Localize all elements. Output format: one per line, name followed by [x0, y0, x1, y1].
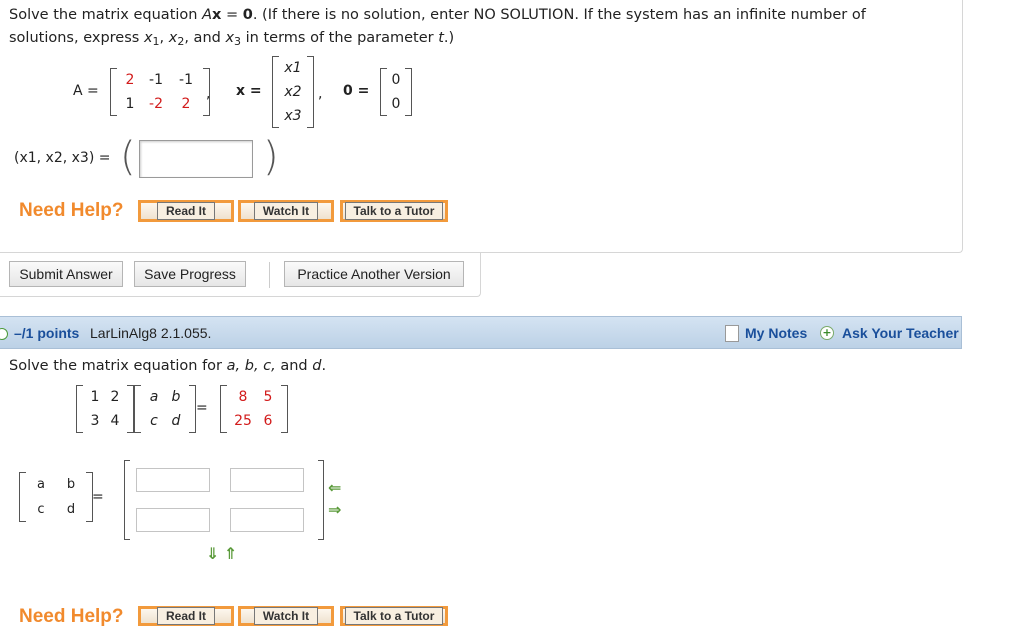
vector-x-cell: x2: [284, 84, 302, 100]
question-2-text: Solve the matrix equation for a, b, c, a…: [9, 358, 327, 374]
read-it-button[interactable]: Read It: [138, 606, 234, 626]
matrix-m3-cell: 25: [234, 413, 252, 429]
points-label: –/1 points: [14, 325, 80, 341]
watch-it-button[interactable]: Watch It: [238, 606, 334, 626]
answer-label: (x1, x2, x3) =: [14, 150, 111, 166]
vector-zero-cell: 0: [391, 72, 401, 88]
comma: ,: [206, 86, 211, 102]
answer-cell-c-input[interactable]: [136, 508, 210, 532]
matrix-m1-cell: 4: [110, 413, 120, 429]
arrow-down-icon[interactable]: ⇓: [206, 544, 219, 563]
matrix-a-cell: 2: [125, 72, 135, 88]
ask-teacher-link[interactable]: Ask Your Teacher: [842, 325, 959, 341]
matrix-abcd-cell: b: [66, 477, 76, 492]
matrix-abcd-cell: d: [66, 502, 76, 517]
matrix-abcd-cell: a: [37, 477, 45, 492]
talk-tutor-button[interactable]: Talk to a Tutor: [340, 200, 448, 222]
matrix-m1-cell: 3: [90, 413, 100, 429]
arrow-up-icon[interactable]: ⇑: [224, 544, 237, 563]
right-paren: ): [263, 134, 279, 180]
vector-x: x1 x2 x3: [272, 56, 314, 128]
matrix-m1-cell: 1: [90, 389, 100, 405]
save-progress-button[interactable]: Save Progress: [134, 261, 246, 287]
watch-it-button[interactable]: Watch It: [238, 200, 334, 222]
need-help-label: Need Help?: [19, 200, 124, 221]
matrix-abcd-cell: c: [37, 502, 45, 517]
plus-icon[interactable]: +: [820, 326, 834, 340]
comma: ,: [318, 86, 323, 102]
matrix-m1: 1 2 3 4: [76, 385, 134, 433]
matrix-m2-cell: b: [171, 389, 181, 405]
question-code: LarLinAlg8 2.1.055.: [90, 325, 212, 341]
vector-x-label: x =: [236, 83, 262, 99]
vector-x-cell: x1: [284, 60, 302, 76]
vector-x-cell: x3: [284, 108, 302, 124]
matrix-m2-cell: d: [171, 413, 181, 429]
talk-tutor-button[interactable]: Talk to a Tutor: [340, 606, 448, 626]
answer-cell-d-input[interactable]: [230, 508, 304, 532]
status-dot-icon: [0, 328, 8, 340]
matrix-a-cell: 2: [181, 96, 191, 112]
need-help-label: Need Help?: [19, 606, 124, 627]
vector-zero-label: 0 =: [343, 83, 370, 99]
divider: [269, 262, 270, 288]
matrix-abcd: a b c d: [19, 472, 93, 522]
matrix-a: 2 -1 -1 1 -2 2: [110, 68, 210, 116]
left-paren: (: [120, 134, 136, 180]
read-it-button[interactable]: Read It: [138, 200, 234, 222]
matrix-m3-cell: 8: [238, 389, 248, 405]
submit-answer-button[interactable]: Submit Answer: [9, 261, 123, 287]
answer-cell-b-input[interactable]: [230, 468, 304, 492]
matrix-m2-cell: c: [150, 413, 158, 429]
arrow-right-icon[interactable]: ⇒: [328, 500, 341, 519]
matrix-m2: a b c d: [134, 385, 196, 433]
vector-zero: 0 0: [380, 68, 412, 116]
matrix-a-cell: -1: [179, 72, 193, 88]
question-2-header: –/1 points LarLinAlg8 2.1.055. My Notes …: [0, 316, 962, 349]
equals-sign: =: [196, 400, 208, 416]
my-notes-link[interactable]: My Notes: [745, 325, 807, 341]
matrix-a-cell: 1: [125, 96, 135, 112]
matrix-a-cell: -1: [149, 72, 163, 88]
matrix-m2-cell: a: [149, 389, 159, 405]
matrix-m3: 8 5 25 6: [220, 385, 288, 433]
matrix-a-label: A =: [73, 83, 99, 99]
matrix-m3-cell: 6: [263, 413, 273, 429]
answer-cell-a-input[interactable]: [136, 468, 210, 492]
matrix-a-cell: -2: [149, 96, 163, 112]
equals-sign: =: [92, 489, 104, 505]
vector-zero-cell: 0: [391, 96, 401, 112]
notes-icon[interactable]: [725, 325, 739, 342]
practice-another-version-button[interactable]: Practice Another Version: [284, 261, 464, 287]
matrix-m1-cell: 2: [110, 389, 120, 405]
answer-input[interactable]: [139, 140, 253, 178]
arrow-left-icon[interactable]: ⇐: [328, 478, 341, 497]
matrix-m3-cell: 5: [263, 389, 273, 405]
question-1-text: Solve the matrix equation Ax = 0. (If th…: [9, 7, 866, 48]
